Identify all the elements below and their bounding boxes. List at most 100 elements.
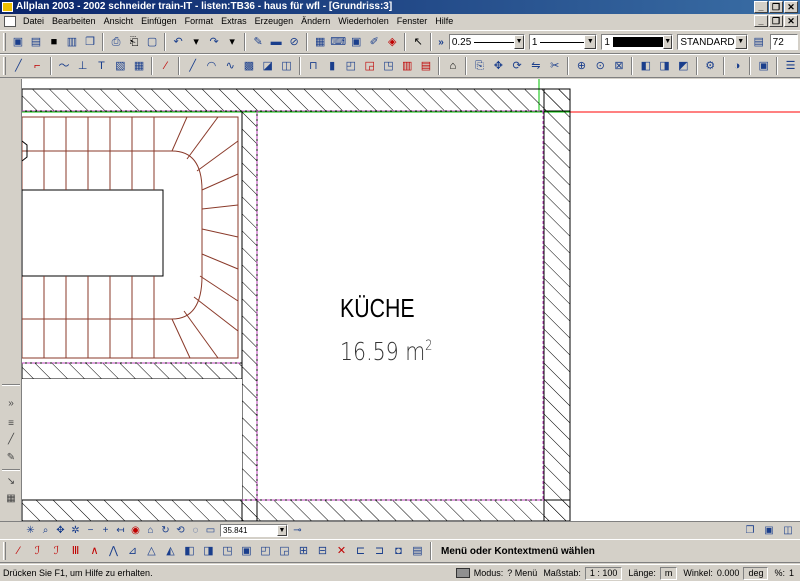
copy-files-icon[interactable]: ❐ (82, 34, 98, 51)
layer-settings-icon[interactable]: ▤ (751, 34, 767, 51)
staircase[interactable] (22, 116, 239, 359)
toolbar-grip[interactable] (3, 33, 6, 51)
open-files-icon[interactable]: ▤ (28, 34, 44, 51)
drawing-files-icon[interactable]: ▥ (64, 34, 80, 51)
ruler-icon[interactable]: ▬ (268, 34, 284, 51)
scale-value[interactable]: 1 : 100 (584, 566, 623, 580)
tool-i-icon[interactable]: ◭ (162, 543, 179, 560)
move-icon[interactable]: ✥ (490, 58, 507, 75)
toolbar-overflow-icon[interactable]: » (438, 37, 444, 48)
pen-icon[interactable]: ✐ (366, 34, 382, 51)
chevron-down-icon[interactable]: ▼ (277, 525, 287, 536)
list-lines-icon[interactable]: ≡ (3, 417, 19, 431)
redo-dropdown-icon[interactable]: ▾ (224, 34, 240, 51)
print-preview-icon[interactable]: ⎙ (108, 34, 124, 51)
door-icon[interactable]: ◲ (361, 58, 378, 75)
room-area-label[interactable]: 16.59 m2 (340, 337, 432, 366)
right-wall[interactable] (543, 88, 571, 521)
tool-q-icon[interactable]: ⊟ (314, 543, 331, 560)
menu-format[interactable]: Format (181, 14, 218, 29)
tool-h-icon[interactable]: △ (143, 543, 160, 560)
tool-n-icon[interactable]: ◰ (257, 543, 274, 560)
view-3-icon[interactable]: ◩ (675, 58, 692, 75)
tool-b-icon[interactable]: ℐ (29, 543, 46, 560)
view-2-icon[interactable]: ◨ (656, 58, 673, 75)
top-wall[interactable] (22, 88, 571, 112)
menu-hilfe[interactable]: Hilfe (431, 14, 457, 29)
toolbar-grip[interactable] (3, 57, 6, 75)
menu-aendern[interactable]: Ändern (297, 14, 334, 29)
toolbar-grip[interactable] (3, 542, 6, 560)
stair-icon[interactable]: ▥ (399, 58, 416, 75)
line-type-select[interactable]: 1 ▼ (528, 34, 598, 50)
undo-icon[interactable]: ↶ (170, 34, 186, 51)
zoom-all-icon[interactable]: ⊠ (611, 58, 628, 75)
bottom-wall[interactable] (22, 499, 571, 521)
pattern-icon[interactable]: ▩ (241, 58, 258, 75)
render-icon[interactable]: ◑ (729, 58, 746, 75)
doc-close-button[interactable]: ✕ (784, 15, 798, 27)
delete-icon[interactable]: ✂ (546, 58, 563, 75)
window-icon[interactable]: ◳ (380, 58, 397, 75)
zoom-icon[interactable]: ⊕ (573, 58, 590, 75)
cube-icon[interactable]: ◈ (384, 34, 400, 51)
lock-icon[interactable]: ⌂ (144, 524, 157, 537)
font-size-select[interactable]: 72 (769, 34, 799, 50)
menu-extras[interactable]: Extras (217, 14, 251, 29)
tool-s-icon[interactable]: ⊐ (371, 543, 388, 560)
line-icon[interactable]: ╱ (10, 58, 27, 75)
grid-tool-icon[interactable]: ▦ (3, 492, 19, 506)
menu-einfuegen[interactable]: Einfügen (137, 14, 181, 29)
list-icon[interactable]: ☰ (782, 58, 799, 75)
chevron-down-icon[interactable]: ▼ (662, 35, 673, 49)
pen-thickness-select[interactable]: 0.25 ▼ (448, 34, 525, 50)
delete-x-icon[interactable]: ✕ (333, 543, 350, 560)
settings-icon[interactable]: ⚙ (702, 58, 719, 75)
close-button[interactable]: ✕ (784, 1, 798, 13)
rotate-icon[interactable]: ⟳ (509, 58, 526, 75)
coordinate-input[interactable]: 35.841 ▼ (220, 524, 288, 537)
expand-icon[interactable]: » (3, 397, 19, 411)
tool-e-icon[interactable]: ∧ (86, 543, 103, 560)
restore-button[interactable]: ❐ (769, 1, 783, 13)
pointer-tool-icon[interactable]: ↘ (3, 475, 19, 489)
tool-o-icon[interactable]: ◲ (276, 543, 293, 560)
zoom-window-icon[interactable]: ⊙ (592, 58, 609, 75)
dimension-icon[interactable]: ⊥ (74, 58, 91, 75)
save-icon[interactable]: ■ (46, 34, 62, 51)
app-icon[interactable] (2, 2, 13, 12)
redo-icon[interactable]: ↷ (206, 34, 222, 51)
layout-icon[interactable]: ▢ (144, 34, 160, 51)
rectangle-icon[interactable]: ⌐ (29, 58, 46, 75)
tool-k-icon[interactable]: ◨ (200, 543, 217, 560)
tool-u-icon[interactable]: ▤ (409, 543, 426, 560)
arrow-left-icon[interactable]: ↤ (114, 524, 127, 537)
tool-j-icon[interactable]: ◧ (181, 543, 198, 560)
pipette-icon[interactable]: ⊘ (286, 34, 302, 51)
zoom-search-icon[interactable]: ⌕ (39, 524, 52, 537)
project-icon[interactable]: ▣ (10, 34, 26, 51)
title-bar[interactable]: Allplan 2003 - 2002 schneider train-IT -… (0, 0, 800, 14)
animation-icon[interactable]: ▣ (755, 58, 772, 75)
drawing-canvas[interactable]: KÜCHE 16.59 m2 (22, 79, 800, 521)
tool-f-icon[interactable]: ⋀ (105, 543, 122, 560)
print-icon[interactable]: ⎗ (126, 34, 142, 51)
pin-icon[interactable]: ⊸ (291, 524, 304, 537)
angle-unit[interactable]: deg (743, 566, 769, 580)
grid-snap-icon[interactable]: ✲ (69, 524, 82, 537)
dialog-icon[interactable]: ▣ (348, 34, 364, 51)
tool-a-icon[interactable]: ⁄ (10, 543, 27, 560)
minus-icon[interactable]: − (84, 524, 97, 537)
minimize-button[interactable]: _ (754, 1, 768, 13)
text-icon[interactable]: T (93, 58, 110, 75)
color-select[interactable]: 1 ▼ (601, 34, 674, 50)
tool-t-icon[interactable]: ◘ (390, 543, 407, 560)
menu-ansicht[interactable]: Ansicht (100, 14, 138, 29)
menu-fenster[interactable]: Fenster (393, 14, 432, 29)
crosshair-icon[interactable]: + (99, 524, 112, 537)
tool-m-icon[interactable]: ▣ (238, 543, 255, 560)
tool-p-icon[interactable]: ⊞ (295, 543, 312, 560)
middle-wall[interactable] (241, 110, 258, 521)
refresh-icon[interactable]: ↻ (159, 524, 172, 537)
style-area-icon[interactable]: ◫ (278, 58, 295, 75)
